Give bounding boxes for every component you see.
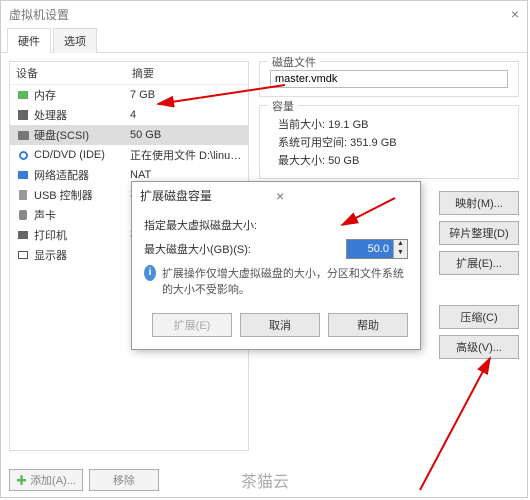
expand-dialog: 扩展磁盘容量 × 指定最大虚拟磁盘大小: 最大磁盘大小(GB)(S): ▲ ▼ … [131, 181, 421, 350]
dialog-spec-label: 指定最大虚拟磁盘大小: [144, 217, 408, 233]
header-summary: 摘要 [126, 62, 248, 84]
capacity-free: 系统可用空间: 351.9 GB [278, 134, 508, 150]
dialog-help-button[interactable]: 帮助 [328, 313, 408, 337]
dialog-size-label: 最大磁盘大小(GB)(S): [144, 241, 346, 257]
device-icon [16, 149, 30, 161]
tab-bar: 硬件 选项 [1, 27, 527, 53]
close-icon[interactable]: × [511, 6, 519, 22]
header-device: 设备 [10, 62, 126, 84]
window-title: 虚拟机设置 [9, 6, 511, 23]
device-list-header: 设备 摘要 [10, 62, 248, 85]
device-name: 打印机 [34, 227, 130, 243]
settings-window: 虚拟机设置 × 硬件 选项 设备 摘要 内存7 GB处理器4硬盘(SCSI)50… [0, 0, 528, 498]
tab-options[interactable]: 选项 [53, 28, 97, 53]
spinner-up-icon[interactable]: ▲ [394, 240, 407, 249]
expand-button[interactable]: 扩展(E)... [439, 251, 519, 275]
watermark-text: 茶猫云 [241, 468, 289, 492]
device-row[interactable]: 处理器4 [10, 105, 248, 125]
remove-button[interactable]: 移除 [89, 469, 159, 491]
compact-button[interactable]: 压缩(C) [439, 305, 519, 329]
device-icon [16, 89, 30, 101]
device-icon [16, 169, 30, 181]
device-row[interactable]: 硬盘(SCSI)50 GB [10, 125, 248, 145]
device-icon [16, 129, 30, 141]
dialog-info-text: 扩展操作仅增大虚拟磁盘的大小，分区和文件系统的大小不受影响。 [162, 265, 408, 297]
defrag-button[interactable]: 碎片整理(D) [439, 221, 519, 245]
device-summary: 50 GB [130, 129, 242, 141]
size-spinner[interactable]: ▲ ▼ [346, 239, 408, 259]
device-icon [16, 249, 30, 261]
device-name: 处理器 [34, 107, 130, 123]
dialog-cancel-button[interactable]: 取消 [240, 313, 320, 337]
disk-file-input[interactable] [270, 70, 508, 88]
spinner-down-icon[interactable]: ▼ [394, 249, 407, 258]
device-icon [16, 109, 30, 121]
footer-buttons: ✚ 添加(A)... 移除 [9, 469, 159, 491]
disk-file-label: 磁盘文件 [268, 54, 320, 70]
device-name: USB 控制器 [34, 187, 130, 203]
capacity-max: 最大大小: 50 GB [278, 152, 508, 168]
info-icon: i [144, 265, 156, 281]
device-icon [16, 189, 30, 201]
device-icon [16, 229, 30, 241]
device-row[interactable]: 内存7 GB [10, 85, 248, 105]
advanced-button[interactable]: 高级(V)... [439, 335, 519, 359]
device-summary: 7 GB [130, 89, 242, 101]
size-input[interactable] [347, 240, 393, 258]
disk-file-group: 磁盘文件 [259, 61, 519, 97]
device-name: 显示器 [34, 247, 130, 263]
dialog-title: 扩展磁盘容量 [140, 187, 276, 204]
device-name: 声卡 [34, 207, 130, 223]
device-name: 网络适配器 [34, 167, 130, 183]
dialog-titlebar: 扩展磁盘容量 × [132, 182, 420, 209]
capacity-current: 当前大小: 19.1 GB [278, 116, 508, 132]
device-icon [16, 209, 30, 221]
titlebar: 虚拟机设置 × [1, 1, 527, 27]
dialog-close-icon[interactable]: × [276, 188, 412, 204]
device-name: 内存 [34, 87, 130, 103]
capacity-label: 容量 [268, 98, 298, 114]
device-summary: 正在使用文件 D:\linux镜像文件\C... [130, 147, 242, 163]
device-name: CD/DVD (IDE) [34, 149, 130, 161]
capacity-group: 容量 当前大小: 19.1 GB 系统可用空间: 351.9 GB 最大大小: … [259, 105, 519, 179]
device-summary: NAT [130, 169, 242, 181]
device-name: 硬盘(SCSI) [34, 127, 130, 143]
device-row[interactable]: CD/DVD (IDE)正在使用文件 D:\linux镜像文件\C... [10, 145, 248, 165]
dialog-expand-button[interactable]: 扩展(E) [152, 313, 232, 337]
map-button[interactable]: 映射(M)... [439, 191, 519, 215]
tab-hardware[interactable]: 硬件 [7, 28, 51, 53]
device-summary: 4 [130, 109, 242, 121]
add-button[interactable]: ✚ 添加(A)... [9, 469, 83, 491]
